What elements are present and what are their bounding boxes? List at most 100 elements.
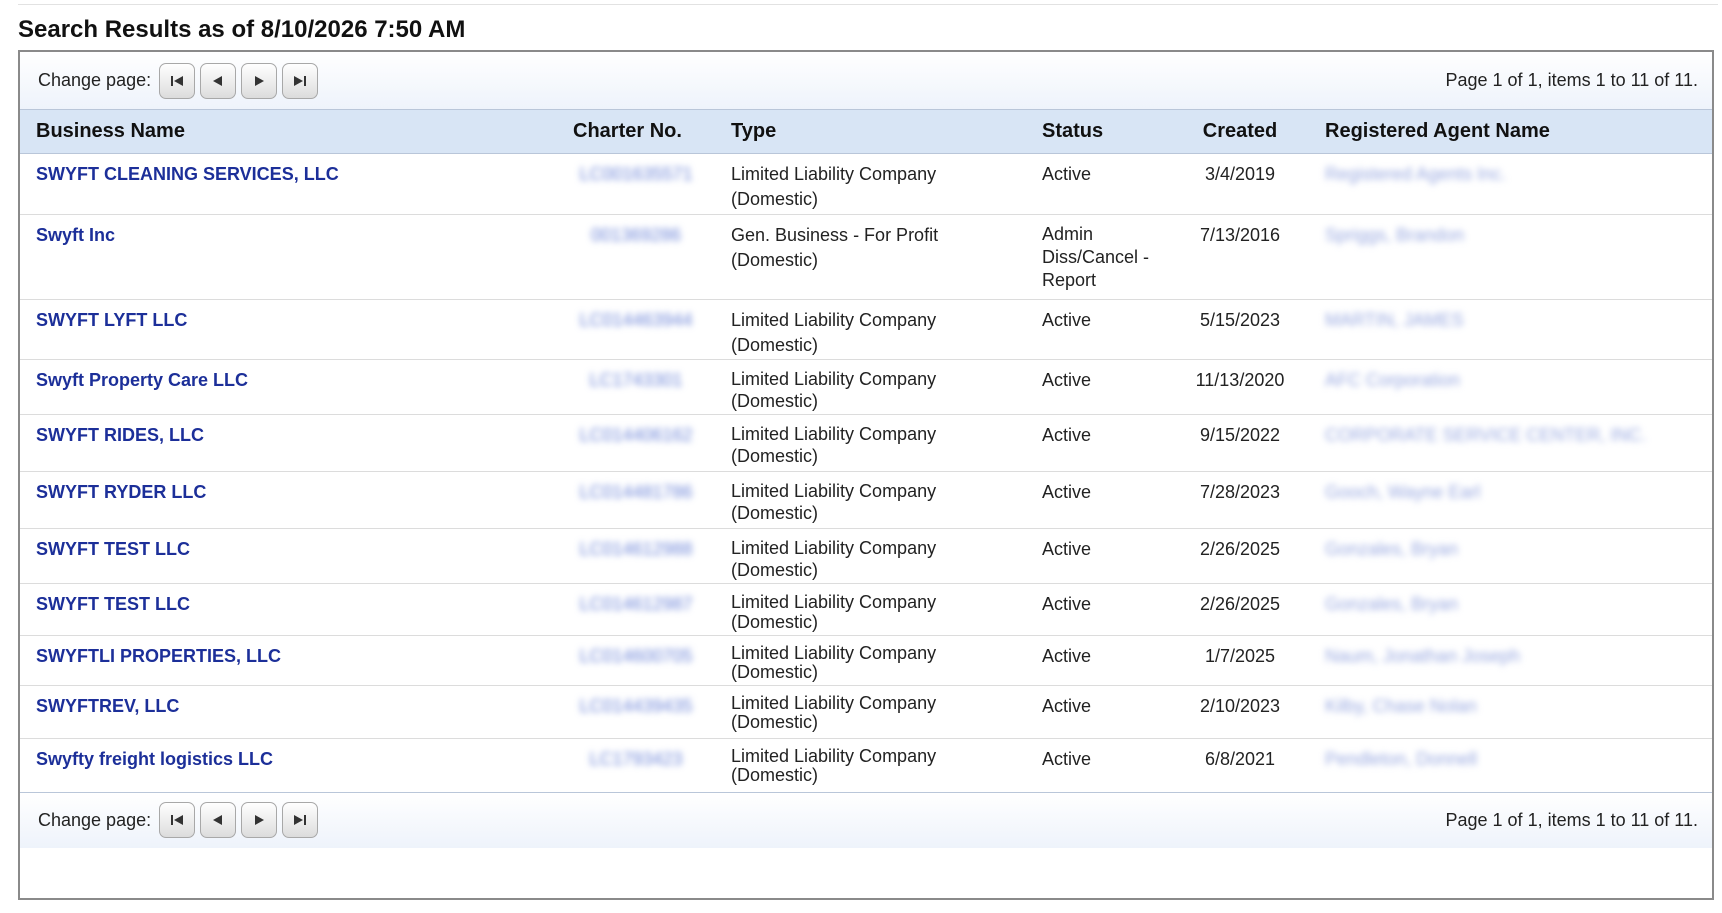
registered-agent-name: AFC Corporation <box>1325 370 1461 390</box>
registered-agent-name: Gooch, Wayne Earl <box>1325 482 1481 502</box>
charter-number: LC014406162 <box>579 425 693 445</box>
registered-agent-name: Pendleton, Donnell <box>1325 749 1478 769</box>
business-name-link[interactable]: SWYFT TEST LLC <box>36 594 190 614</box>
column-header-charter-no[interactable]: Charter No. <box>557 110 715 154</box>
entity-type: Limited Liability Company <box>731 424 937 444</box>
created-date: 1/7/2025 <box>1171 635 1309 686</box>
change-page-label: Change page: <box>38 70 152 90</box>
registered-agent-name: Naum, Jonathan Joseph <box>1325 646 1521 666</box>
column-header-business-name[interactable]: Business Name <box>20 110 557 154</box>
entity-type-sub: (Domestic) <box>731 712 819 732</box>
registered-agent-name: Kilby, Chase Nolan <box>1325 696 1477 716</box>
entity-status: Active <box>1026 528 1171 584</box>
entity-status: Active <box>1042 749 1092 769</box>
business-name-link[interactable]: Swyft Inc <box>36 225 115 245</box>
registered-agent-name: CORPORATE SERVICE CENTER, INC. <box>1325 425 1647 445</box>
created-date: 7/13/2016 <box>1171 214 1309 300</box>
entity-status: Active <box>1026 583 1171 636</box>
next-page-icon <box>255 815 265 825</box>
table-row: SWYFT CLEANING SERVICES, LLC LC001635571… <box>20 153 1712 215</box>
registered-agent-name: Spriggs, Brandon <box>1325 225 1465 245</box>
created-date: 2/26/2025 <box>1171 583 1309 636</box>
table-header-row: Business Name Charter No. Type Status Cr… <box>20 110 1712 154</box>
entity-status: Active <box>1026 299 1171 360</box>
created-date: 2/26/2025 <box>1171 528 1309 584</box>
created-date: 3/4/2019 <box>1171 153 1309 215</box>
created-date: 2/10/2023 <box>1171 685 1309 739</box>
business-name-link[interactable]: SWYFT CLEANING SERVICES, LLC <box>36 164 339 184</box>
created-date: 5/15/2023 <box>1171 299 1309 360</box>
registered-agent-name: Registered Agents Inc. <box>1325 164 1507 184</box>
business-name-link[interactable]: SWYFT LYFT LLC <box>36 310 187 330</box>
previous-page-button[interactable] <box>200 802 237 838</box>
first-page-button[interactable] <box>159 802 196 838</box>
change-page-label: Change page: <box>38 809 152 830</box>
column-header-registered-agent[interactable]: Registered Agent Name <box>1309 110 1712 154</box>
business-name-link[interactable]: SWYFT RYDER LLC <box>36 482 206 502</box>
entity-type: Limited Liability Company <box>731 538 937 558</box>
column-header-type[interactable]: Type <box>715 110 1026 154</box>
results-table: Business Name Charter No. Type Status Cr… <box>20 110 1712 792</box>
business-name-link[interactable]: SWYFT TEST LLC <box>36 539 190 559</box>
entity-type: Limited Liability Company <box>731 369 937 389</box>
first-page-button[interactable] <box>159 62 196 99</box>
entity-type-sub: (Domestic) <box>731 391 819 411</box>
entity-type-sub: (Domestic) <box>731 662 819 682</box>
created-date: 6/8/2021 <box>1204 749 1276 769</box>
created-date: 9/15/2022 <box>1171 414 1309 472</box>
entity-status: Active <box>1026 635 1171 686</box>
business-name-link[interactable]: Swyft Property Care LLC <box>36 370 248 390</box>
charter-number: LC1743301 <box>589 370 683 390</box>
business-name-link[interactable]: SWYFTREV, LLC <box>36 696 179 716</box>
entity-type: Gen. Business - For Profit <box>731 225 939 245</box>
table-row: SWYFTLI PROPERTIES, LLC LC014600705 Limi… <box>20 635 1712 686</box>
charter-number: LC014612988 <box>579 539 693 559</box>
last-page-button[interactable] <box>282 62 319 99</box>
charter-number: LC001635571 <box>579 164 693 184</box>
charter-number: LC014439435 <box>579 696 693 716</box>
business-name-link[interactable]: SWYFT RIDES, LLC <box>36 425 204 445</box>
entity-type: Limited Liability Company <box>731 643 937 663</box>
charter-number: LC014463944 <box>579 310 693 330</box>
next-page-button[interactable] <box>241 802 278 838</box>
entity-status: Active <box>1026 359 1171 415</box>
last-page-button[interactable] <box>282 802 319 838</box>
page-title: Search Results as of 8/10/2026 7:50 AM <box>18 16 466 43</box>
previous-page-button[interactable] <box>200 62 237 99</box>
registered-agent-name: Gonzales, Bryan <box>1325 594 1459 614</box>
registered-agent-name: MARTIN, JAMES <box>1325 310 1464 330</box>
table-row: SWYFT LYFT LLC LC014463944 Limited Liabi… <box>20 299 1712 360</box>
entity-type-sub: (Domestic) <box>731 446 819 466</box>
charter-number: LC014481786 <box>579 482 693 502</box>
entity-type: Limited Liability Company <box>731 592 937 612</box>
entity-status: Admin Diss/Cancel - Report <box>1026 214 1171 300</box>
first-page-icon <box>171 75 184 86</box>
last-page-icon <box>294 75 307 86</box>
column-header-created[interactable]: Created <box>1171 110 1309 154</box>
table-row: Swyft Inc 001369286 Gen. Business - For … <box>20 214 1712 300</box>
results-grid: Change page: Page 1 of 1, items 1 to 11 … <box>18 50 1714 900</box>
entity-type-sub: (Domestic) <box>731 503 819 523</box>
entity-type: Limited Liability Company <box>731 481 937 501</box>
entity-type: Limited Liability Company <box>731 693 937 713</box>
business-name-link[interactable]: SWYFTLI PROPERTIES, LLC <box>36 646 281 666</box>
search-results-page: Search Results as of 8/10/2026 7:50 AM C… <box>0 0 1722 913</box>
table-row: Swyfty freight logistics LLC LC1793423 L… <box>20 739 1712 792</box>
column-header-status[interactable]: Status <box>1026 110 1171 154</box>
pager-top: Change page: Page 1 of 1, items 1 to 11 … <box>20 52 1712 110</box>
charter-number: 001369286 <box>590 225 682 245</box>
business-name-link[interactable]: Swyfty freight logistics LLC <box>36 749 273 769</box>
pager-summary: Page 1 of 1, items 1 to 11 of 11. <box>1445 70 1699 90</box>
charter-number: LC014600705 <box>579 646 693 666</box>
next-page-button[interactable] <box>241 62 278 99</box>
entity-status: Active <box>1026 471 1171 529</box>
table-row: SWYFT TEST LLC LC014612987 Limited Liabi… <box>20 583 1712 636</box>
entity-type-sub: (Domestic) <box>731 560 819 580</box>
entity-type-sub: (Domestic) <box>731 189 819 209</box>
pager-summary: Page 1 of 1, items 1 to 11 of 11. <box>1445 809 1699 830</box>
first-page-icon <box>171 815 184 825</box>
pager-bottom: Change page: Page 1 of 1, items 1 to 11 … <box>20 791 1712 848</box>
created-date: 7/28/2023 <box>1171 471 1309 529</box>
table-row: Swyft Property Care LLC LC1743301 Limite… <box>20 359 1712 415</box>
entity-type: Limited Liability Company <box>731 310 937 330</box>
